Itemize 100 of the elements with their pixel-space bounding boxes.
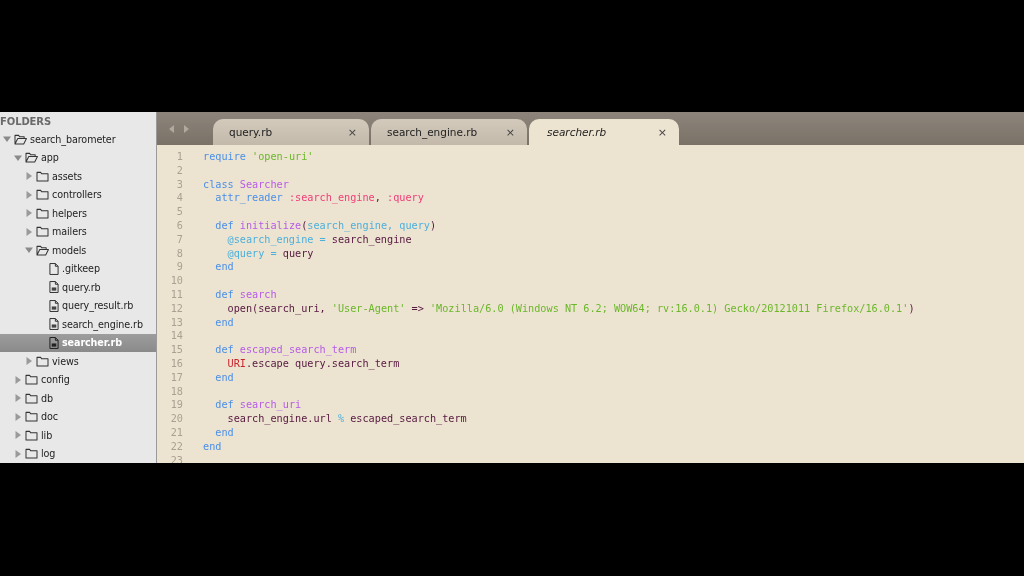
disclosure-triangle-icon[interactable]: [25, 227, 33, 236]
disclosure-triangle-icon[interactable]: [25, 209, 33, 218]
code-line: search_engine.url % escaped_search_term: [226, 412, 467, 426]
open-folder-icon: [25, 152, 38, 164]
line-number: 3: [175, 177, 183, 192]
tree-item-label: search_barometer: [30, 133, 116, 145]
tab-navigation-arrows-icon[interactable]: [169, 124, 189, 133]
code-line: end: [214, 370, 234, 385]
tree-item-label: log: [41, 448, 56, 460]
ruby-file-icon: [49, 281, 59, 294]
tree-item-label: searcher.rb: [62, 337, 122, 349]
close-icon[interactable]: ×: [505, 125, 515, 139]
code-line: end: [214, 315, 234, 330]
close-icon[interactable]: ×: [657, 125, 667, 139]
line-number: 2: [175, 163, 183, 178]
line-number: 10: [169, 274, 183, 288]
tree-item[interactable]: search_barometer: [0, 130, 156, 149]
tree-item[interactable]: query.rb: [0, 278, 156, 297]
editor-tab[interactable]: search_engine.rb ×: [371, 119, 527, 145]
folder-icon: [36, 170, 49, 182]
ruby-file-icon: [49, 299, 59, 312]
tree-item[interactable]: lib: [0, 426, 156, 445]
line-number: 14: [169, 329, 183, 344]
tree-item[interactable]: app: [0, 148, 156, 167]
disclosure-triangle-icon[interactable]: [25, 246, 33, 255]
open-folder-icon: [36, 244, 49, 256]
line-number: 23: [169, 453, 183, 463]
disclosure-triangle-icon[interactable]: [14, 394, 22, 403]
tree-item[interactable]: mailers: [0, 222, 156, 241]
line-number: 12: [169, 301, 183, 316]
tree-item-label: lib: [41, 429, 53, 441]
tree-item-label: doc: [41, 411, 58, 423]
tree-item[interactable]: controllers: [0, 185, 156, 204]
close-icon[interactable]: ×: [347, 125, 357, 139]
folder-icon: [25, 448, 38, 460]
line-number: 9: [175, 260, 183, 275]
tree-item-label: assets: [52, 170, 82, 182]
tree-item[interactable]: db: [0, 389, 156, 408]
tree-item-label: models: [52, 244, 87, 256]
tree-item[interactable]: assets: [0, 167, 156, 186]
folder-icon: [36, 207, 49, 219]
code-line: end: [203, 439, 222, 454]
open-folder-icon: [14, 133, 27, 145]
line-number: 18: [169, 384, 183, 399]
line-number: 5: [175, 205, 183, 219]
tree-item[interactable]: search_engine.rb: [0, 315, 156, 334]
line-number: 15: [169, 343, 183, 357]
code-line: @search_engine = search_engine: [226, 232, 412, 247]
code-line: @query = query: [226, 246, 314, 261]
code-line: attr_reader :search_engine, :query: [214, 191, 424, 206]
line-number: 17: [169, 370, 183, 385]
line-number: 6: [175, 219, 183, 233]
tree-item-label: .gitkeep: [62, 263, 100, 275]
editor-tab[interactable]: searcher.rb ×: [529, 119, 679, 145]
disclosure-triangle-icon[interactable]: [14, 375, 22, 384]
line-number: 21: [169, 425, 183, 440]
disclosure-triangle-icon[interactable]: [25, 172, 33, 181]
disclosure-triangle-icon[interactable]: [3, 135, 11, 144]
tree-item[interactable]: helpers: [0, 204, 156, 223]
tree-item-label: controllers: [52, 189, 102, 201]
folder-icon: [25, 374, 38, 386]
line-number: 22: [169, 439, 183, 454]
line-number: 8: [175, 246, 183, 261]
tree-item[interactable]: log: [0, 444, 156, 463]
folder-icon: [36, 189, 49, 201]
code-line: def search: [214, 287, 277, 302]
line-number: 11: [169, 287, 183, 302]
line-number: 19: [169, 398, 183, 413]
tree-item[interactable]: views: [0, 352, 156, 371]
file-icon: [49, 262, 59, 275]
line-number: 13: [169, 315, 183, 330]
code-line: def escaped_search_term: [214, 343, 357, 357]
ruby-file-icon: [49, 318, 59, 331]
tree-item-label: db: [41, 392, 53, 404]
tree-item[interactable]: doc: [0, 407, 156, 426]
tree-item[interactable]: .gitkeep: [0, 259, 156, 278]
editor-tab[interactable]: query.rb ×: [213, 119, 369, 145]
tree-item-label: config: [41, 374, 70, 386]
line-number: 1: [175, 150, 183, 164]
line-number: 4: [175, 191, 183, 206]
tree-item[interactable]: config: [0, 370, 156, 389]
disclosure-triangle-icon[interactable]: [25, 357, 33, 366]
disclosure-triangle-icon[interactable]: [14, 412, 22, 421]
tree-item[interactable]: query_result.rb: [0, 296, 156, 315]
tree-item-label: query_result.rb: [62, 300, 134, 312]
disclosure-triangle-icon[interactable]: [14, 431, 22, 440]
disclosure-triangle-icon[interactable]: [14, 153, 22, 162]
tree-item-label: mailers: [52, 226, 87, 238]
sidebar-header: FOLDERS: [0, 115, 53, 129]
tree-item-label: search_engine.rb: [62, 318, 143, 330]
disclosure-triangle-icon[interactable]: [25, 190, 33, 199]
ruby-file-icon: [49, 336, 59, 349]
disclosure-triangle-icon[interactable]: [14, 449, 22, 458]
tree-item-label: views: [52, 355, 79, 367]
line-number: 20: [169, 412, 183, 426]
folder-icon: [25, 392, 38, 404]
code-line: def initialize(search_engine, query): [214, 219, 437, 233]
tree-item[interactable]: models: [0, 241, 156, 260]
line-number: 16: [169, 356, 183, 371]
folder-icon: [36, 355, 49, 367]
